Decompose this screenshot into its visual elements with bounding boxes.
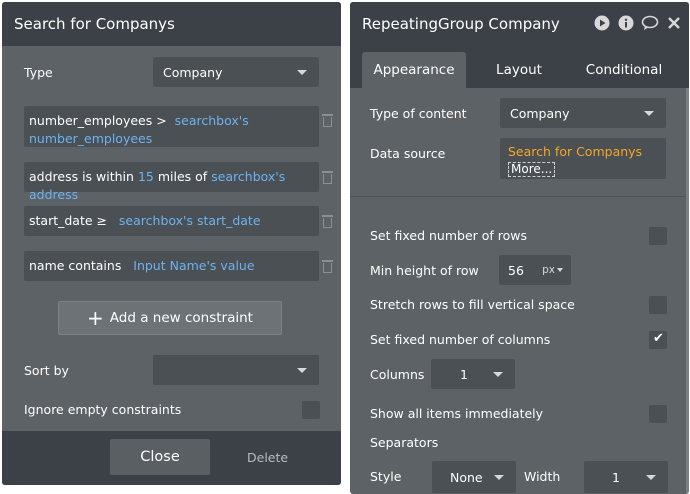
constraint-field: number_employees > bbox=[29, 113, 167, 128]
constraint-field: start_date ≥ bbox=[29, 213, 107, 228]
tab-layout[interactable]: Layout bbox=[478, 52, 560, 88]
constraint-row[interactable]: name contains Input Name's value bbox=[24, 251, 319, 281]
close-button[interactable]: Close bbox=[110, 439, 210, 475]
ignore-empty-checkbox[interactable] bbox=[302, 401, 320, 419]
unit-selector[interactable]: px bbox=[542, 264, 563, 276]
unit-label: px bbox=[542, 264, 555, 276]
columns-dropdown[interactable]: 1 bbox=[431, 359, 515, 389]
min-height-input[interactable]: 56 px bbox=[499, 255, 571, 285]
play-icon[interactable] bbox=[593, 14, 611, 32]
chevron-down-icon bbox=[644, 111, 654, 116]
constraint-row[interactable]: address is within 15 miles of searchbox'… bbox=[24, 162, 319, 202]
more-button[interactable]: More... bbox=[508, 162, 556, 177]
min-height-value: 56 bbox=[508, 262, 524, 278]
constraint-field: name contains bbox=[29, 258, 122, 273]
constraint-value[interactable]: searchbox's start_date bbox=[119, 213, 261, 228]
constraint-row[interactable]: start_date ≥ searchbox's start_date bbox=[24, 206, 319, 236]
add-constraint-label: Add a new constraint bbox=[109, 310, 253, 326]
style-dropdown[interactable]: None bbox=[432, 461, 516, 493]
width-label: Width bbox=[524, 469, 561, 484]
chevron-down-icon bbox=[557, 268, 563, 272]
search-editor-title: Search for Companys bbox=[14, 15, 175, 33]
fixed-columns-label: Set fixed number of columns bbox=[370, 332, 551, 347]
tab-appearance[interactable]: Appearance bbox=[362, 52, 466, 88]
section-divider bbox=[350, 196, 689, 197]
tab-label: Appearance bbox=[373, 62, 455, 78]
tab-label: Layout bbox=[496, 62, 542, 78]
property-tabs: Appearance Layout Conditional bbox=[350, 46, 689, 88]
type-dropdown-value: Company bbox=[163, 64, 223, 80]
plus-icon: + bbox=[87, 306, 104, 330]
trash-icon[interactable] bbox=[322, 260, 333, 273]
type-dropdown[interactable]: Company bbox=[153, 57, 319, 87]
type-of-content-value: Company bbox=[510, 105, 570, 121]
chevron-down-icon bbox=[493, 372, 503, 377]
fixed-columns-checkbox[interactable]: ✔ bbox=[649, 331, 667, 349]
stretch-rows-checkbox[interactable] bbox=[649, 296, 667, 314]
fixed-rows-label: Set fixed number of rows bbox=[370, 228, 528, 243]
data-source-field[interactable]: Search for Companys More... bbox=[500, 138, 666, 179]
comment-icon[interactable] bbox=[641, 14, 659, 32]
constraint-value[interactable]: Input Name's value bbox=[133, 258, 254, 273]
close-icon[interactable] bbox=[665, 14, 683, 32]
info-icon[interactable] bbox=[617, 14, 635, 32]
columns-label: Columns bbox=[370, 367, 425, 382]
sort-by-dropdown[interactable] bbox=[153, 355, 319, 385]
constraint-field: address is within bbox=[29, 169, 134, 184]
constraint-row[interactable]: number_employees > searchbox's number_em… bbox=[24, 106, 319, 147]
type-of-content-dropdown[interactable]: Company bbox=[500, 98, 666, 128]
property-editor-title: RepeatingGroup Company bbox=[362, 15, 560, 33]
property-editor-panel: RepeatingGroup Company Appearance Layout… bbox=[350, 2, 689, 494]
constraint-number[interactable]: 15 bbox=[138, 169, 154, 184]
search-editor-panel: Search for Companys Type Company number_… bbox=[2, 2, 341, 485]
chevron-down-icon bbox=[646, 475, 656, 480]
data-source-value[interactable]: Search for Companys bbox=[508, 144, 642, 159]
tab-conditional[interactable]: Conditional bbox=[576, 52, 672, 88]
separators-label: Separators bbox=[370, 435, 439, 450]
style-value: None bbox=[450, 469, 483, 485]
show-all-checkbox[interactable] bbox=[649, 405, 667, 423]
columns-value: 1 bbox=[460, 366, 468, 382]
sort-by-label: Sort by bbox=[24, 363, 69, 378]
delete-button[interactable]: Delete bbox=[247, 439, 288, 475]
width-value: 1 bbox=[612, 469, 620, 485]
trash-icon[interactable] bbox=[322, 215, 333, 228]
search-editor-header: Search for Companys bbox=[2, 2, 341, 46]
chevron-down-icon bbox=[297, 70, 307, 75]
data-source-label: Data source bbox=[370, 146, 446, 161]
trash-icon[interactable] bbox=[322, 114, 333, 127]
constraint-mid: miles of bbox=[157, 169, 208, 184]
min-height-label: Min height of row bbox=[370, 263, 479, 278]
fixed-rows-checkbox[interactable] bbox=[649, 227, 667, 245]
tab-label: Conditional bbox=[585, 62, 663, 78]
add-constraint-button[interactable]: + Add a new constraint bbox=[58, 301, 282, 335]
show-all-label: Show all items immediately bbox=[370, 406, 544, 421]
delete-button-label: Delete bbox=[247, 449, 289, 465]
header-icons bbox=[593, 14, 683, 32]
type-label: Type bbox=[24, 65, 53, 80]
type-of-content-label: Type of content bbox=[370, 106, 467, 121]
ignore-empty-label: Ignore empty constraints bbox=[24, 402, 182, 417]
width-dropdown[interactable]: 1 bbox=[584, 461, 668, 493]
chevron-down-icon bbox=[494, 475, 504, 480]
constraint-value[interactable]: searchbox's bbox=[175, 113, 249, 128]
constraint-value-2[interactable]: number_employees bbox=[29, 131, 152, 146]
chevron-down-icon bbox=[297, 368, 307, 373]
close-button-label: Close bbox=[140, 449, 180, 465]
stretch-rows-label: Stretch rows to fill vertical space bbox=[370, 297, 575, 312]
checkmark-icon: ✔ bbox=[653, 331, 664, 346]
scrollbar[interactable] bbox=[686, 88, 689, 494]
style-label: Style bbox=[370, 469, 402, 484]
search-editor-footer: Close Delete bbox=[2, 431, 341, 485]
trash-icon[interactable] bbox=[322, 171, 333, 184]
